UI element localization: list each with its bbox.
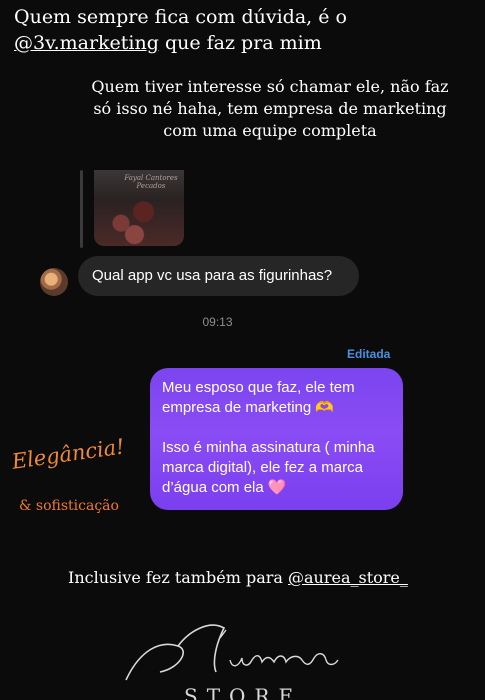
caption-bottom-text: Inclusive fez também para [68, 568, 288, 587]
message-timestamp: 09:13 [202, 315, 233, 329]
aurea-store-logo: STORE [120, 610, 360, 700]
replied-story-thumbnail[interactable]: Fayal Cantores Pecados [80, 170, 184, 248]
outgoing-message-bubble[interactable]: Meu esposo que faz, ele tem empresa de m… [150, 368, 403, 510]
story-image: Fayal Cantores Pecados [94, 170, 184, 246]
story-caption-bottom: Inclusive fez também para @aurea_store_ [68, 568, 408, 587]
caption-line1: Quem sempre fica com dúvida, é o [14, 6, 347, 28]
sticker-elegancia: Elegância! [10, 434, 126, 474]
story-caption-top: Quem sempre fica com dúvida, é o @3v.mar… [14, 4, 474, 56]
thumbnail-overlay-text: Fayal Cantores Pecados [124, 174, 178, 190]
mention-aurea-store[interactable]: @aurea_store_ [288, 568, 408, 587]
outgoing-paragraph-1: Meu esposo que faz, ele tem empresa de m… [162, 379, 355, 416]
sticker-sofisticacao: & sofisticação [19, 498, 119, 514]
caption-line2: que faz pra mim [158, 32, 322, 54]
edited-label: Editada [347, 347, 391, 361]
story-caption-paragraph: Quem tiver interesse só chamar ele, não … [91, 77, 449, 140]
reply-indicator-bar [80, 170, 83, 248]
outgoing-paragraph-2: Isso é minha assinatura ( minha marca di… [162, 439, 375, 496]
mention-3v-marketing[interactable]: @3v.marketing [14, 32, 159, 54]
incoming-message-bubble[interactable]: Qual app vc usa para as figurinhas? [78, 256, 359, 296]
avatar[interactable] [40, 268, 68, 296]
logo-store-text: STORE [184, 684, 303, 700]
aurea-script-logo [125, 624, 339, 681]
